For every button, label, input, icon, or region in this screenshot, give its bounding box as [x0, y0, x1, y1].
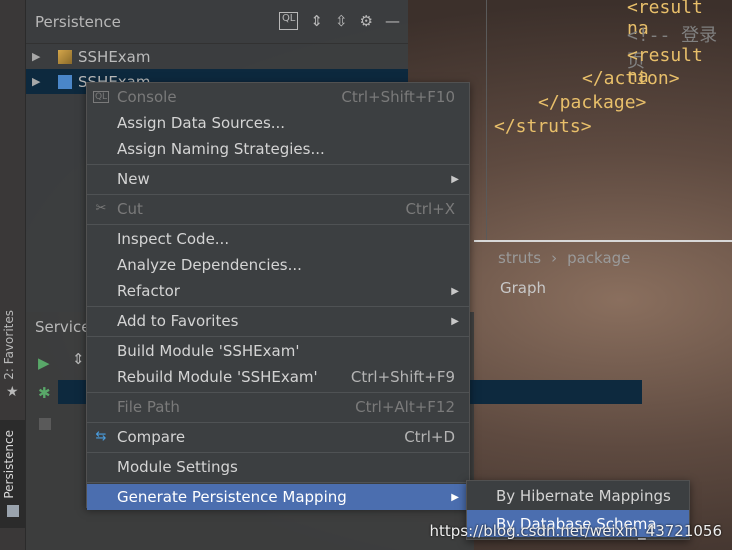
- menu-separator: [87, 164, 469, 165]
- menu-separator: [87, 336, 469, 337]
- menu-item-shortcut: Ctrl+Shift+F10: [341, 88, 455, 106]
- menu-item-file-path[interactable]: File Path Ctrl+Alt+F12: [87, 394, 469, 420]
- menu-item-cut[interactable]: ✂ Cut Ctrl+X: [87, 196, 469, 222]
- menu-item-assign-naming-strategies[interactable]: Assign Naming Strategies...: [87, 136, 469, 162]
- star-icon[interactable]: ★: [6, 384, 19, 400]
- menu-item-generate-persistence-mapping[interactable]: Generate Persistence Mapping ▶: [87, 484, 469, 510]
- tree-item[interactable]: ▶ SSHExam: [26, 44, 408, 69]
- ql-console-icon[interactable]: QL: [278, 12, 299, 30]
- menu-item-rebuild-module[interactable]: Rebuild Module 'SSHExam' Ctrl+Shift+F9: [87, 364, 469, 390]
- hibernate-icon: [58, 49, 72, 64]
- expand-all-icon[interactable]: ⇕: [310, 12, 323, 30]
- submenu-arrow-icon: ▶: [451, 173, 459, 185]
- menu-item-label: Refactor: [117, 282, 180, 300]
- menu-item-label: Cut: [117, 200, 143, 218]
- submenu-arrow-icon: ▶: [451, 315, 459, 327]
- panel-toolbar: QL ⇕ ⇳ ⚙ —: [278, 12, 400, 30]
- compare-icon: ⇆: [95, 429, 107, 444]
- scissors-icon: ✂: [95, 201, 107, 216]
- editor-divider: [474, 240, 732, 242]
- menu-item-label: Analyze Dependencies...: [117, 256, 302, 274]
- menu-item-analyze-dependencies[interactable]: Analyze Dependencies...: [87, 252, 469, 278]
- menu-item-label: Generate Persistence Mapping: [117, 488, 347, 506]
- menu-item-label: New: [117, 170, 150, 188]
- context-menu: QL Console Ctrl+Shift+F10 Assign Data So…: [86, 82, 470, 510]
- menu-item-label: Add to Favorites: [117, 312, 239, 330]
- menu-separator: [87, 482, 469, 483]
- menu-item-refactor[interactable]: Refactor ▶: [87, 278, 469, 304]
- menu-item-label: Assign Naming Strategies...: [117, 140, 325, 158]
- left-tool-strip: 2: Favorites ★ Persistence: [0, 0, 26, 550]
- breadcrumb-item-package[interactable]: package: [567, 249, 630, 267]
- chevron-right-icon: ›: [551, 249, 558, 267]
- menu-item-compare[interactable]: ⇆ Compare Ctrl+D: [87, 424, 469, 450]
- submenu-item-by-hibernate-mappings[interactable]: By Hibernate Mappings: [467, 482, 689, 509]
- menu-item-label: Assign Data Sources...: [117, 114, 286, 132]
- run-icon[interactable]: ▶: [38, 354, 50, 372]
- menu-separator: [87, 224, 469, 225]
- minimize-icon[interactable]: —: [385, 12, 400, 30]
- submenu-item-label: By Hibernate Mappings: [496, 486, 671, 505]
- menu-item-label: Inspect Code...: [117, 230, 230, 248]
- editor-line-4: </action>: [582, 68, 680, 89]
- menu-item-shortcut: Ctrl+D: [404, 428, 455, 446]
- module-icon: [58, 74, 72, 89]
- debug-icon[interactable]: ✱: [38, 384, 51, 402]
- menu-item-console[interactable]: QL Console Ctrl+Shift+F10: [87, 84, 469, 110]
- menu-item-inspect-code[interactable]: Inspect Code...: [87, 226, 469, 252]
- gear-icon[interactable]: ⚙: [360, 12, 373, 30]
- menu-separator: [87, 306, 469, 307]
- submenu-arrow-icon: ▶: [451, 285, 459, 297]
- collapse-all-icon[interactable]: ⇳: [335, 12, 348, 30]
- watermark: https://blog.csdn.net/weixin_43721056: [429, 522, 722, 540]
- console-icon: QL: [93, 91, 109, 103]
- submenu-arrow-icon: ▶: [451, 491, 459, 503]
- menu-item-label: Console: [117, 88, 177, 106]
- menu-separator: [87, 452, 469, 453]
- tab-graph[interactable]: Graph: [500, 279, 546, 297]
- menu-item-label: Rebuild Module 'SSHExam': [117, 368, 318, 386]
- menu-item-label: Compare: [117, 428, 186, 446]
- menu-item-label: Build Module 'SSHExam': [117, 342, 300, 360]
- menu-separator: [87, 422, 469, 423]
- breadcrumb-item-struts[interactable]: struts: [498, 249, 541, 267]
- menu-separator: [87, 194, 469, 195]
- menu-item-build-module[interactable]: Build Module 'SSHExam': [87, 338, 469, 364]
- menu-item-shortcut: Ctrl+Alt+F12: [355, 398, 455, 416]
- tab-favorites[interactable]: 2: Favorites: [2, 310, 16, 380]
- menu-item-assign-data-sources[interactable]: Assign Data Sources...: [87, 110, 469, 136]
- expand-arrow-icon[interactable]: ▶: [32, 50, 46, 63]
- menu-item-shortcut: Ctrl+X: [405, 200, 455, 218]
- menu-item-shortcut: Ctrl+Shift+F9: [350, 368, 455, 386]
- menu-item-label: Module Settings: [117, 458, 238, 476]
- panel-title: Persistence: [35, 12, 121, 31]
- expand-all-icon[interactable]: ⇕: [72, 350, 85, 368]
- editor-line-6: </struts>: [494, 116, 592, 137]
- tab-persistence[interactable]: Persistence: [2, 430, 16, 499]
- editor-line-5: </package>: [538, 92, 647, 113]
- menu-item-label: File Path: [117, 398, 180, 416]
- editor-gutter-line: [486, 0, 487, 240]
- menu-item-add-to-favorites[interactable]: Add to Favorites ▶: [87, 308, 469, 334]
- menu-item-new[interactable]: New ▶: [87, 166, 469, 192]
- tree-item-label: SSHExam: [78, 47, 151, 66]
- persistence-icon: [7, 505, 19, 517]
- stop-icon[interactable]: [39, 418, 51, 430]
- menu-item-module-settings[interactable]: Module Settings: [87, 454, 469, 480]
- breadcrumb[interactable]: struts › package: [474, 244, 732, 272]
- menu-separator: [87, 392, 469, 393]
- expand-arrow-icon[interactable]: ▶: [32, 75, 46, 88]
